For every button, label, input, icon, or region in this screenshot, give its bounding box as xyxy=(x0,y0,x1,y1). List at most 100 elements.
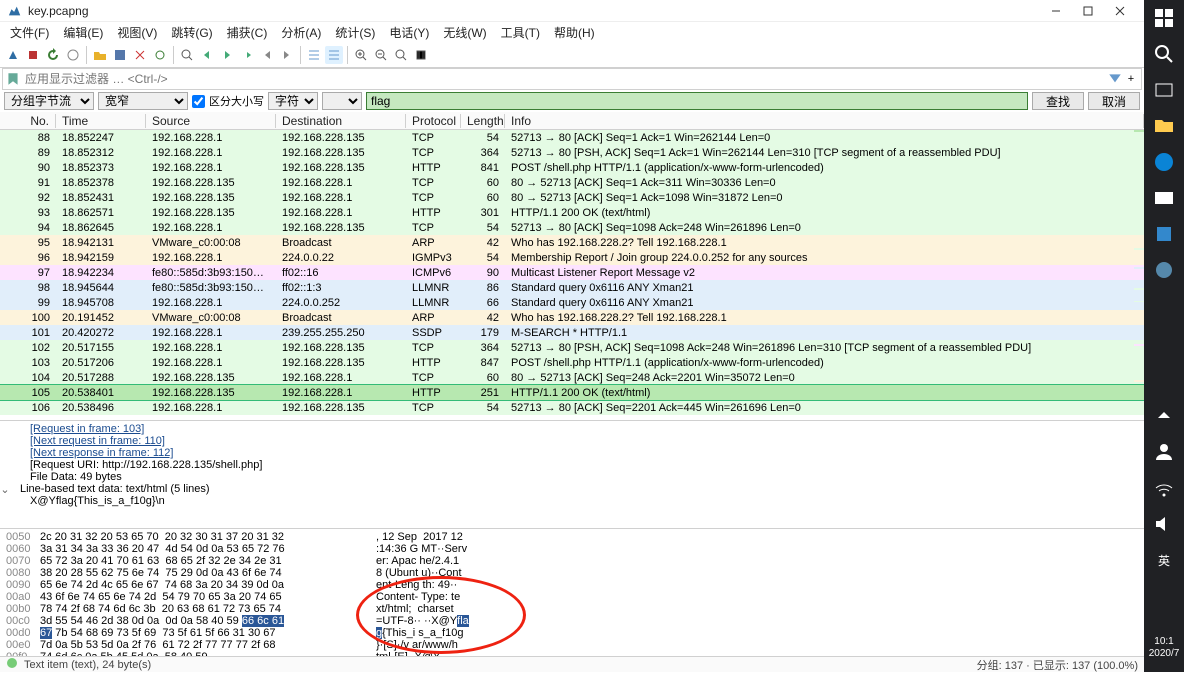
packet-details-pane[interactable]: [Request in frame: 103] [Next request in… xyxy=(0,420,1144,528)
col-source[interactable]: Source xyxy=(146,114,276,128)
packet-row[interactable]: 9418.862645192.168.228.1192.168.228.135T… xyxy=(0,220,1144,235)
menu-wireless[interactable]: 无线(W) xyxy=(437,22,492,43)
menu-file[interactable]: 文件(F) xyxy=(4,22,55,43)
packet-row[interactable]: 8918.852312192.168.228.1192.168.228.135T… xyxy=(0,145,1144,160)
menu-statistics[interactable]: 统计(S) xyxy=(329,22,381,43)
expand-toggle-icon[interactable]: ⌄ xyxy=(0,483,10,496)
packet-row[interactable]: 9818.945644fe80::585d:3b93:150…ff02::1:3… xyxy=(0,280,1144,295)
col-destination[interactable]: Destination xyxy=(276,114,406,128)
filter-bookmark-icon[interactable] xyxy=(5,71,21,87)
close-file-icon[interactable] xyxy=(131,46,149,64)
packet-row[interactable]: 9918.945708192.168.228.1224.0.0.252LLMNR… xyxy=(0,295,1144,310)
menu-tools[interactable]: 工具(T) xyxy=(495,22,546,43)
hex-line[interactable]: 00b078 74 2f 68 74 6d 6c 3b 20 63 68 61 … xyxy=(6,603,1138,615)
chevron-up-icon[interactable] xyxy=(1152,404,1176,428)
detail-link[interactable]: [Request in frame: 103] xyxy=(30,423,144,435)
go-prev-icon[interactable] xyxy=(198,46,216,64)
packet-row[interactable]: 10120.420272192.168.228.1239.255.255.250… xyxy=(0,325,1144,340)
resize-columns-icon[interactable] xyxy=(412,46,430,64)
start-capture-icon[interactable] xyxy=(4,46,22,64)
display-filter-input[interactable] xyxy=(21,72,1107,86)
hex-line[interactable]: 00d067 7b 54 68 69 73 5f 69 73 5f 61 5f … xyxy=(6,627,1138,639)
packet-list[interactable]: 8818.852247192.168.228.1192.168.228.135T… xyxy=(0,130,1144,420)
hex-line[interactable]: 00c03d 55 54 46 2d 38 0d 0a 0d 0a 58 40 … xyxy=(6,615,1138,627)
col-protocol[interactable]: Protocol xyxy=(406,114,461,128)
col-no[interactable]: No. xyxy=(0,114,56,128)
mail-icon[interactable] xyxy=(1152,186,1176,210)
packet-row[interactable]: 9018.852373192.168.228.1192.168.228.135H… xyxy=(0,160,1144,175)
display-filter-bar[interactable]: + xyxy=(2,68,1142,90)
app-icon[interactable] xyxy=(1152,222,1176,246)
packet-row[interactable]: 8818.852247192.168.228.1192.168.228.135T… xyxy=(0,130,1144,145)
hex-line[interactable]: 008038 20 28 55 62 75 6e 74 75 29 0d 0a … xyxy=(6,567,1138,579)
colorize-icon[interactable] xyxy=(325,46,343,64)
minimize-button[interactable] xyxy=(1040,1,1072,21)
packet-row[interactable]: 10320.517206192.168.228.1192.168.228.135… xyxy=(0,355,1144,370)
hex-dump-pane[interactable]: 00502c 20 31 32 20 53 65 70 20 32 30 31 … xyxy=(0,528,1144,656)
edge-icon[interactable] xyxy=(1152,150,1176,174)
packet-row[interactable]: 10020.191452VMware_c0:00:08BroadcastARP4… xyxy=(0,310,1144,325)
explorer-icon[interactable] xyxy=(1152,114,1176,138)
reload-icon[interactable] xyxy=(151,46,169,64)
col-info[interactable]: Info xyxy=(505,114,1144,128)
ime-icon[interactable]: 英 xyxy=(1152,548,1176,572)
go-next-icon[interactable] xyxy=(218,46,236,64)
hex-line[interactable]: 00603a 31 34 3a 33 36 20 47 4d 54 0d 0a … xyxy=(6,543,1138,555)
wifi-icon[interactable] xyxy=(1152,476,1176,500)
filter-dropdown-icon[interactable] xyxy=(1107,71,1123,87)
packet-row[interactable]: 9218.852431192.168.228.135192.168.228.1T… xyxy=(0,190,1144,205)
packet-scroll-strip[interactable] xyxy=(1134,130,1144,420)
detail-link[interactable]: [Next response in frame: 112] xyxy=(30,447,173,459)
find-cancel-button[interactable]: 取消 xyxy=(1088,92,1140,110)
restart-capture-icon[interactable] xyxy=(44,46,62,64)
volume-icon[interactable] xyxy=(1152,512,1176,536)
menu-edit[interactable]: 编辑(E) xyxy=(57,22,109,43)
menu-analyze[interactable]: 分析(A) xyxy=(275,22,327,43)
menu-capture[interactable]: 捕获(C) xyxy=(221,22,274,43)
find-case-checkbox[interactable] xyxy=(192,95,205,108)
maximize-button[interactable] xyxy=(1072,1,1104,21)
menu-go[interactable]: 跳转(G) xyxy=(165,22,218,43)
packet-row[interactable]: 9518.942131VMware_c0:00:08BroadcastARP42… xyxy=(0,235,1144,250)
menu-view[interactable]: 视图(V) xyxy=(111,22,163,43)
hex-line[interactable]: 00502c 20 31 32 20 53 65 70 20 32 30 31 … xyxy=(6,531,1138,543)
packet-row[interactable]: 10620.538496192.168.228.1192.168.228.135… xyxy=(0,400,1144,415)
menu-telephony[interactable]: 电话(Y) xyxy=(383,22,435,43)
go-first-icon[interactable] xyxy=(258,46,276,64)
find-charset-select[interactable]: 宽窄 xyxy=(98,92,188,110)
go-last-icon[interactable] xyxy=(278,46,296,64)
capture-options-icon[interactable] xyxy=(64,46,82,64)
col-length[interactable]: Length xyxy=(461,114,505,128)
hex-line[interactable]: 00e07d 0a 5b 53 5d 0a 2f 76 61 72 2f 77 … xyxy=(6,639,1138,651)
taskview-icon[interactable] xyxy=(1152,78,1176,102)
find-button[interactable]: 查找 xyxy=(1032,92,1084,110)
expert-info-icon[interactable] xyxy=(6,657,18,672)
windows-start-icon[interactable] xyxy=(1152,6,1176,30)
find-input[interactable] xyxy=(366,92,1028,110)
open-file-icon[interactable] xyxy=(91,46,109,64)
find-type-select[interactable]: 字符串 xyxy=(268,92,318,110)
packet-row[interactable]: 10420.517288192.168.228.135192.168.228.1… xyxy=(0,370,1144,385)
menu-help[interactable]: 帮助(H) xyxy=(548,22,601,43)
packet-row[interactable]: 9318.862571192.168.228.135192.168.228.1H… xyxy=(0,205,1144,220)
app-icon[interactable] xyxy=(1152,258,1176,282)
search-icon[interactable] xyxy=(1152,42,1176,66)
find-scope-select[interactable]: 分组字节流 xyxy=(4,92,94,110)
packet-row[interactable]: 9718.942234fe80::585d:3b93:150…ff02::16I… xyxy=(0,265,1144,280)
zoom-in-icon[interactable] xyxy=(352,46,370,64)
detail-tree-item[interactable]: ⌄ Line-based text data: text/html (5 lin… xyxy=(6,483,1138,495)
save-file-icon[interactable] xyxy=(111,46,129,64)
packet-row[interactable]: 10520.538401192.168.228.135192.168.228.1… xyxy=(0,385,1144,400)
zoom-reset-icon[interactable] xyxy=(392,46,410,64)
packet-row[interactable]: 9118.852378192.168.228.135192.168.228.1T… xyxy=(0,175,1144,190)
hex-line[interactable]: 00a043 6f 6e 74 65 6e 74 2d 54 79 70 65 … xyxy=(6,591,1138,603)
detail-link[interactable]: [Next request in frame: 110] xyxy=(30,435,165,447)
jump-to-icon[interactable] xyxy=(238,46,256,64)
autoscroll-icon[interactable] xyxy=(305,46,323,64)
col-time[interactable]: Time xyxy=(56,114,146,128)
hex-line[interactable]: 007065 72 3a 20 41 70 61 63 68 65 2f 32 … xyxy=(6,555,1138,567)
packet-row[interactable]: 9618.942159192.168.228.1224.0.0.22IGMPv3… xyxy=(0,250,1144,265)
close-button[interactable] xyxy=(1104,1,1136,21)
find-packet-icon[interactable] xyxy=(178,46,196,64)
find-options-select[interactable] xyxy=(322,92,362,110)
